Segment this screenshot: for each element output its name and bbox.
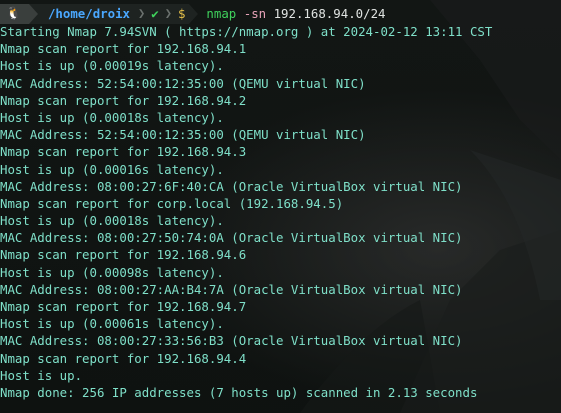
shell-prompt: 🐧 /home/droix ❯ ✔ ❯ $ nmap -sn 192.168.9… xyxy=(0,4,386,24)
output-line: Nmap scan report for 192.168.94.1 xyxy=(0,41,247,57)
output-line: Nmap scan report for 192.168.94.2 xyxy=(0,92,247,108)
segment-separator-end xyxy=(189,4,199,24)
terminal-window[interactable]: 🐧 /home/droix ❯ ✔ ❯ $ nmap -sn 192.168.9… xyxy=(0,0,561,413)
output-line: MAC Address: 08:00:27:50:74:0A (Oracle V… xyxy=(0,230,463,246)
output-line: Host is up (0.00098s latency). xyxy=(0,264,224,280)
current-directory: /home/droix xyxy=(37,4,137,24)
command-input[interactable]: nmap -sn 192.168.94.0/24 xyxy=(198,5,385,22)
output-line: Nmap scan report for corp.local (192.168… xyxy=(0,195,344,211)
command-name: nmap xyxy=(206,6,237,22)
output-line: MAC Address: 52:54:00:12:35:00 (QEMU vir… xyxy=(0,75,366,91)
segment-separator xyxy=(28,4,38,24)
check-icon: ✔ xyxy=(147,4,163,24)
output-line: Nmap scan report for 192.168.94.6 xyxy=(0,247,247,263)
output-line: Host is up (0.00016s latency). xyxy=(0,161,224,177)
command-flag: -sn xyxy=(243,6,267,22)
os-segment: 🐧 xyxy=(0,4,29,24)
output-line: Nmap done: 256 IP addresses (7 hosts up)… xyxy=(0,384,478,400)
chevron-right-icon: ❯ xyxy=(136,4,148,24)
chevron-right-icon: ❯ xyxy=(162,4,174,24)
output-line: Nmap scan report for 192.168.94.7 xyxy=(0,299,247,314)
output-line: Host is up (0.00018s latency). xyxy=(0,109,224,125)
output-line: MAC Address: 52:54:00:12:35:00 (QEMU vir… xyxy=(0,127,366,143)
output-line: Host is up. xyxy=(0,367,83,383)
output-line: Host is up (0.00061s latency). xyxy=(0,316,224,332)
dollar-prompt-symbol: $ xyxy=(173,4,190,24)
output-line: Host is up (0.00019s latency). xyxy=(0,58,224,74)
tux-icon: 🐧 xyxy=(6,6,21,21)
output-line: Nmap scan report for 192.168.94.4 xyxy=(0,350,247,366)
output-line: MAC Address: 08:00:27:AA:B4:7A (Oracle V… xyxy=(0,281,463,297)
output-line: MAC Address: 08:00:27:33:56:B3 (Oracle V… xyxy=(0,333,463,349)
output-line: Nmap scan report for 192.168.94.3 xyxy=(0,144,247,160)
command-output: Starting Nmap 7.94SVN ( https://nmap.org… xyxy=(0,23,492,401)
command-target: 192.168.94.0/24 xyxy=(273,6,386,22)
output-line: Host is up (0.00018s latency). xyxy=(0,213,224,229)
output-line: MAC Address: 08:00:27:6F:40:CA (Oracle V… xyxy=(0,178,463,194)
output-line: Starting Nmap 7.94SVN ( https://nmap.org… xyxy=(0,24,493,39)
